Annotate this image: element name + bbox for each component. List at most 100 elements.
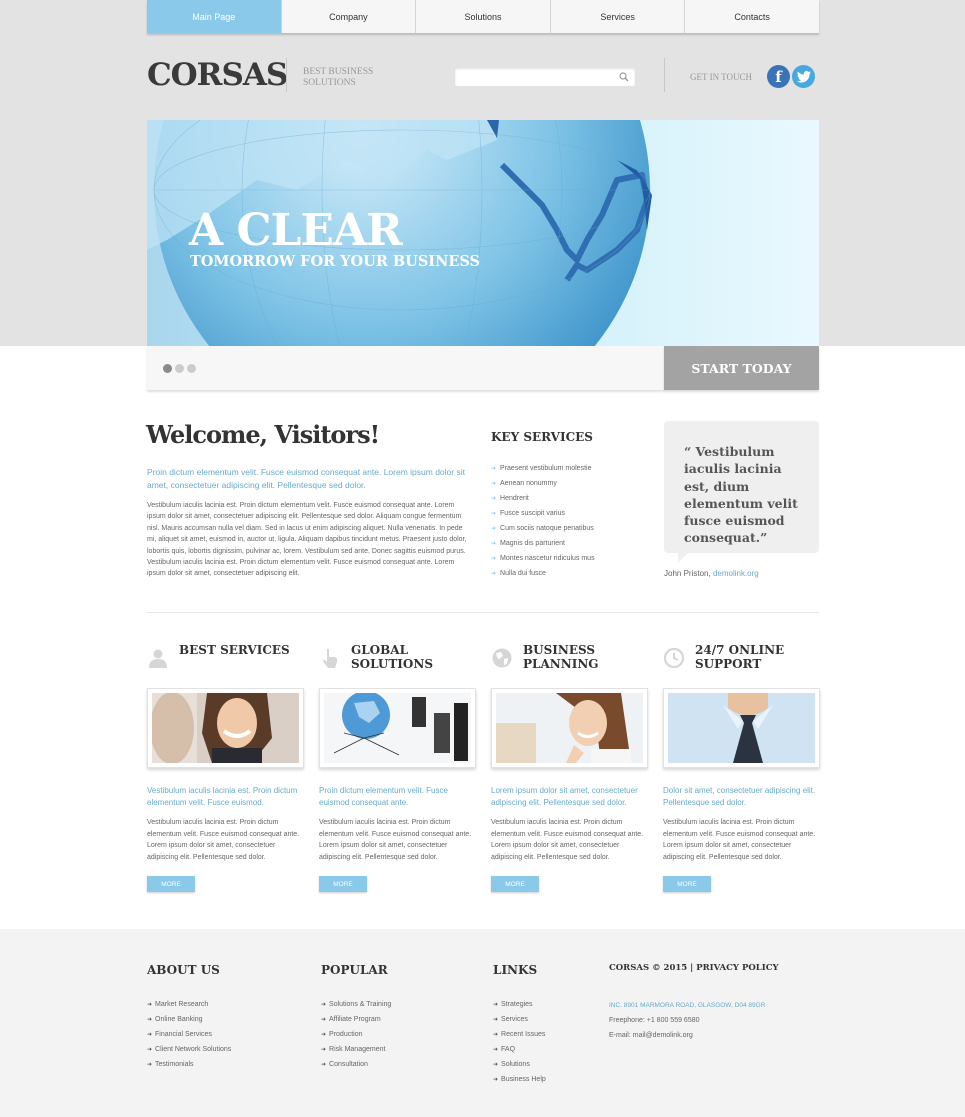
testimonial-quote: “ Vestibulum iaculis lacinia est, dium e…: [664, 421, 819, 553]
footer-popular-title: POPULAR: [321, 963, 388, 977]
footer: [0, 929, 965, 1117]
more-button[interactable]: MORE: [491, 876, 539, 892]
feature-business-planning: BUSINESS PLANNING Lorem ipsum dolor sit …: [491, 643, 648, 895]
key-services-title: KEY SERVICES: [491, 430, 593, 444]
key-service-item[interactable]: Fusce suscipit varius: [491, 510, 595, 525]
footer-link[interactable]: Affiliate Program: [321, 1016, 391, 1031]
feature-image[interactable]: [663, 688, 820, 768]
footer-phone: Freephone: +1 800 559 6580: [609, 1017, 700, 1024]
key-service-item[interactable]: Praesent vestibulum molestie: [491, 465, 595, 480]
nav-solutions[interactable]: Solutions: [415, 0, 550, 33]
feature-body: Vestibulum iaculis lacinia est. Proin di…: [491, 819, 644, 861]
key-service-item[interactable]: Cum sociis natoque penatibus: [491, 525, 595, 540]
author-name: John Priston,: [664, 569, 711, 578]
feature-online-support: 24/7 ONLINE SUPPORT Dolor sit amet, cons…: [663, 643, 820, 895]
footer-address: INC. 8901 MARMORA ROAD, GLASGOW, D04 89G…: [609, 1002, 766, 1009]
feature-title: 24/7 ONLINE SUPPORT: [695, 643, 785, 671]
feature-image[interactable]: [491, 688, 648, 768]
footer-popular-list: Solutions & Training Affiliate Program P…: [321, 1001, 391, 1076]
footer-link[interactable]: Client Network Solutions: [147, 1046, 231, 1061]
feature-lead: Dolor sit amet, consectetuer adipiscing …: [663, 786, 816, 807]
key-service-item[interactable]: Aenean nonummy: [491, 480, 595, 495]
footer-link[interactable]: Solutions: [493, 1061, 546, 1076]
footer-links-title: LINKS: [493, 963, 538, 977]
more-button[interactable]: MORE: [663, 876, 711, 892]
key-service-item[interactable]: Montes nascetur ridiculus mus: [491, 555, 595, 570]
footer-about-list: Market Research Online Banking Financial…: [147, 1001, 231, 1076]
feature-lead: Lorem ipsum dolor sit amet, consectetuer…: [491, 786, 638, 807]
nav-services[interactable]: Services: [549, 0, 685, 33]
welcome-body: Vestibulum iaculis lacinia est. Proin di…: [147, 502, 467, 578]
key-service-item[interactable]: Nulla dui fusce: [491, 570, 595, 585]
footer-link[interactable]: Market Research: [147, 1001, 231, 1016]
nav-company[interactable]: Company: [280, 0, 416, 33]
globe-icon: [492, 648, 512, 668]
search-icon[interactable]: [618, 71, 630, 83]
nav-main-page[interactable]: Main Page: [147, 0, 281, 33]
more-button[interactable]: MORE: [147, 876, 195, 892]
hand-pointer-icon: [323, 648, 338, 668]
feature-lead: Vestibulum iaculis lacinia est. Proin di…: [147, 786, 298, 807]
feature-lead: Proin dictum elementum velit. Fusce euis…: [319, 786, 448, 807]
feature-title: BUSINESS PLANNING: [523, 643, 599, 671]
slider-dot[interactable]: [175, 364, 184, 373]
welcome-lead: Proin dictum elementum velit. Fusce euis…: [147, 467, 465, 490]
start-today-button[interactable]: START TODAY: [664, 346, 819, 390]
thinking-woman-photo: [496, 693, 643, 763]
touch-divider: [664, 58, 665, 92]
feature-image[interactable]: [147, 688, 304, 768]
footer-link[interactable]: Recent Issues: [493, 1031, 546, 1046]
footer-link[interactable]: Business Help: [493, 1076, 546, 1091]
hero-title: A CLEAR: [189, 205, 403, 256]
logo-divider: [286, 58, 287, 92]
feature-body: Vestibulum iaculis lacinia est. Proin di…: [663, 819, 816, 861]
feature-global-solutions: GLOBAL SOLUTIONS Proin dictum elementum …: [319, 643, 476, 895]
more-button[interactable]: MORE: [319, 876, 367, 892]
twitter-icon[interactable]: [792, 65, 815, 88]
slider-dot[interactable]: [163, 364, 172, 373]
smiling-woman-photo: [152, 693, 299, 763]
user-icon: [149, 649, 167, 668]
search-input[interactable]: [455, 69, 615, 87]
welcome-title: Welcome, Visitors!: [146, 420, 380, 449]
feature-best-services: BEST SERVICES Vestibulum iaculis lacinia…: [147, 643, 304, 895]
footer-links-list: Strategies Services Recent Issues FAQ So…: [493, 1001, 546, 1091]
facebook-icon[interactable]: f: [767, 65, 790, 88]
key-service-item[interactable]: Magnis dis parturient: [491, 540, 595, 555]
email-link[interactable]: mail@demolink.org: [633, 1032, 693, 1039]
search-box: [455, 68, 635, 87]
slider-dot[interactable]: [187, 364, 196, 373]
footer-about-title: ABOUT US: [147, 963, 220, 977]
quote-tail: [678, 553, 688, 563]
footer-link[interactable]: Consultation: [321, 1061, 391, 1076]
feature-title: BEST SERVICES: [179, 643, 290, 657]
footer-copyright[interactable]: CORSAS © 2015 | PRIVACY POLICY: [609, 963, 779, 973]
feature-body: Vestibulum iaculis lacinia est. Proin di…: [319, 819, 472, 861]
site-logo[interactable]: CORSAS: [147, 57, 288, 93]
key-services-list: Praesent vestibulum molestie Aenean nonu…: [491, 465, 595, 585]
hero-banner: A CLEAR TOMORROW FOR YOUR BUSINESS: [147, 120, 819, 346]
feature-image[interactable]: [319, 688, 476, 768]
site-tagline: BEST BUSINESS SOLUTIONS: [303, 67, 374, 88]
testimonial-author: John Priston, demolink.org: [664, 569, 759, 578]
author-link[interactable]: demolink.org: [713, 569, 759, 578]
footer-link[interactable]: Solutions & Training: [321, 1001, 391, 1016]
footer-link[interactable]: Risk Management: [321, 1046, 391, 1061]
hero-subtitle: TOMORROW FOR YOUR BUSINESS: [190, 253, 480, 270]
feature-body: Vestibulum iaculis lacinia est. Proin di…: [147, 819, 300, 861]
man-tie-photo: [668, 693, 815, 763]
globe-network-photo: [324, 693, 471, 763]
footer-link[interactable]: Production: [321, 1031, 391, 1046]
footer-email: E-mail: mail@demolink.org: [609, 1032, 693, 1039]
footer-link[interactable]: FAQ: [493, 1046, 546, 1061]
key-service-item[interactable]: Hendrerit: [491, 495, 595, 510]
footer-link[interactable]: Strategies: [493, 1001, 546, 1016]
section-divider: [147, 612, 819, 613]
footer-link[interactable]: Services: [493, 1016, 546, 1031]
footer-link[interactable]: Online Banking: [147, 1016, 231, 1031]
feature-title: GLOBAL SOLUTIONS: [351, 643, 433, 671]
footer-link[interactable]: Testimonials: [147, 1061, 231, 1076]
footer-link[interactable]: Financial Services: [147, 1031, 231, 1046]
email-label: E-mail:: [609, 1032, 633, 1039]
nav-contacts[interactable]: Contacts: [684, 0, 819, 33]
